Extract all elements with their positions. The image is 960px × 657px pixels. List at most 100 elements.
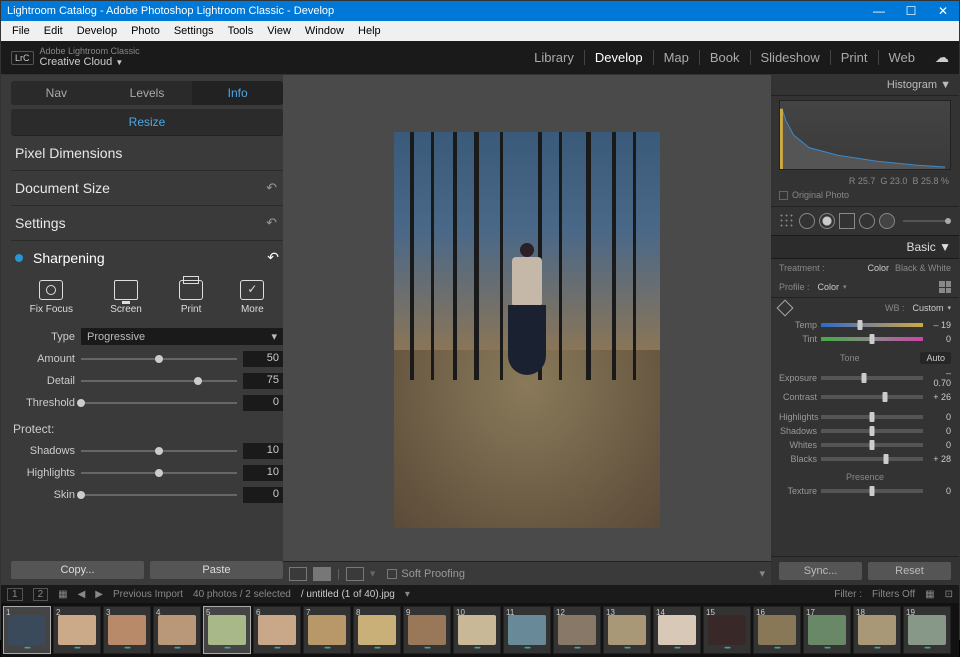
type-select[interactable]: Progressive▾ [81, 328, 283, 345]
menu-file[interactable]: File [5, 25, 37, 37]
section-sharpening[interactable]: Sharpening↶ [11, 241, 283, 274]
crop-tool-icon[interactable] [779, 213, 795, 229]
resize-link[interactable]: Resize [11, 109, 283, 136]
r-shadows-slider[interactable] [821, 429, 923, 433]
profile-select[interactable]: Color [818, 282, 840, 292]
filmstrip-thumb[interactable]: 5••••• [203, 606, 251, 654]
grid-icon[interactable]: ▦ [58, 589, 67, 600]
reset-button[interactable]: Reset [868, 562, 951, 580]
sync-button[interactable]: Sync... [779, 562, 862, 580]
filmstrip-thumb[interactable]: 6••••• [253, 606, 301, 654]
menu-view[interactable]: View [260, 25, 298, 37]
filmstrip-thumb[interactable]: 15••••• [703, 606, 751, 654]
filmstrip-thumb[interactable]: 1••••• [3, 606, 51, 654]
gradient-tool-icon[interactable] [839, 213, 855, 229]
wb-select[interactable]: Custom [912, 303, 943, 313]
filmstrip-thumb[interactable]: 3••••• [103, 606, 151, 654]
toolbar-dropdown[interactable]: ▾ [759, 567, 765, 580]
threshold-value[interactable]: 0 [243, 395, 283, 411]
close-button[interactable]: ✕ [927, 1, 959, 21]
section-settings[interactable]: Settings↶ [11, 206, 283, 241]
module-print[interactable]: Print [831, 50, 879, 65]
texture-slider[interactable] [821, 489, 923, 493]
menu-settings[interactable]: Settings [167, 25, 221, 37]
grid-view-icon[interactable]: 1 [7, 588, 23, 601]
skin-value[interactable]: 0 [243, 487, 283, 503]
detail-slider[interactable] [81, 375, 237, 387]
shadows-value[interactable]: 10 [243, 443, 283, 459]
tool-fix-focus[interactable]: Fix Focus [30, 280, 73, 315]
section-pixel-dimensions[interactable]: Pixel Dimensions [11, 136, 283, 171]
tab-info[interactable]: Info [192, 81, 283, 105]
exposure-slider[interactable] [821, 376, 923, 380]
undo-icon[interactable]: ↶ [266, 180, 277, 196]
filmstrip-thumb[interactable]: 16••••• [753, 606, 801, 654]
source-label[interactable]: Previous Import [113, 589, 183, 600]
filmstrip-thumb[interactable]: 14••••• [653, 606, 701, 654]
original-photo-checkbox[interactable]: Original Photo [771, 188, 959, 207]
filmstrip-thumb[interactable]: 9••••• [403, 606, 451, 654]
tool-print[interactable]: Print [179, 280, 203, 315]
menu-window[interactable]: Window [298, 25, 351, 37]
redeye-tool-icon[interactable] [819, 213, 835, 229]
section-document-size[interactable]: Document Size↶ [11, 171, 283, 206]
brush-tool-icon[interactable] [879, 213, 895, 229]
filmstrip-thumb[interactable]: 11••••• [503, 606, 551, 654]
view-mode-icon[interactable] [313, 567, 331, 581]
paste-button[interactable]: Paste [150, 561, 283, 579]
temp-slider[interactable] [821, 323, 923, 327]
undo-icon[interactable]: ↶ [267, 249, 279, 266]
menu-photo[interactable]: Photo [124, 25, 167, 37]
filter-lock-icon[interactable]: ▦ [925, 589, 934, 600]
maximize-button[interactable]: ☐ [895, 1, 927, 21]
filmstrip-thumb[interactable]: 2••••• [53, 606, 101, 654]
r-highlights-slider[interactable] [821, 415, 923, 419]
filmstrip-thumb[interactable]: 13••••• [603, 606, 651, 654]
filmstrip-thumb[interactable]: 10••••• [453, 606, 501, 654]
basic-panel-header[interactable]: Basic ▼ [771, 236, 959, 259]
secondary-display-icon[interactable]: 2 [33, 588, 49, 601]
highlights-slider[interactable] [81, 467, 237, 479]
menu-develop[interactable]: Develop [70, 25, 124, 37]
image-canvas[interactable]: | ▾ Soft Proofing ▾ [283, 75, 771, 585]
menu-edit[interactable]: Edit [37, 25, 70, 37]
highlights-value[interactable]: 10 [243, 465, 283, 481]
filmstrip-thumb[interactable]: 12••••• [553, 606, 601, 654]
filter-select[interactable]: Filters Off [872, 589, 915, 600]
spot-tool-icon[interactable] [799, 213, 815, 229]
tab-nav[interactable]: Nav [11, 81, 102, 105]
menu-help[interactable]: Help [351, 25, 388, 37]
module-slideshow[interactable]: Slideshow [751, 50, 831, 65]
module-web[interactable]: Web [879, 50, 926, 65]
skin-slider[interactable] [81, 489, 237, 501]
tint-slider[interactable] [821, 337, 923, 341]
threshold-slider[interactable] [81, 397, 237, 409]
whites-slider[interactable] [821, 443, 923, 447]
detail-value[interactable]: 75 [243, 373, 283, 389]
tool-more[interactable]: More [240, 280, 264, 315]
tool-screen[interactable]: Screen [110, 280, 142, 315]
filter-switch-icon[interactable]: ⊡ [945, 589, 953, 600]
module-map[interactable]: Map [654, 50, 700, 65]
profile-browser-icon[interactable] [939, 281, 951, 293]
compare-icon[interactable] [346, 567, 364, 581]
menu-tools[interactable]: Tools [221, 25, 261, 37]
histogram-header[interactable]: Histogram ▼ [771, 75, 959, 96]
soft-proofing-checkbox[interactable]: Soft Proofing [387, 568, 465, 580]
tone-auto-button[interactable]: Auto [920, 352, 951, 364]
undo-icon[interactable]: ↶ [266, 215, 277, 231]
histogram-display[interactable] [779, 100, 951, 170]
wb-eyedropper-icon[interactable] [777, 300, 794, 317]
filmstrip-thumb[interactable]: 7••••• [303, 606, 351, 654]
cloud-sync-icon[interactable]: ☁ [935, 49, 949, 66]
minimize-button[interactable]: — [863, 1, 895, 21]
module-develop[interactable]: Develop [585, 50, 654, 65]
amount-slider[interactable] [81, 353, 237, 365]
module-library[interactable]: Library [524, 50, 585, 65]
radial-tool-icon[interactable] [859, 213, 875, 229]
tool-size-slider[interactable] [903, 220, 951, 222]
module-book[interactable]: Book [700, 50, 751, 65]
nav-back-icon[interactable]: ◀ [78, 589, 86, 600]
tab-levels[interactable]: Levels [102, 81, 193, 105]
amount-value[interactable]: 50 [243, 351, 283, 367]
